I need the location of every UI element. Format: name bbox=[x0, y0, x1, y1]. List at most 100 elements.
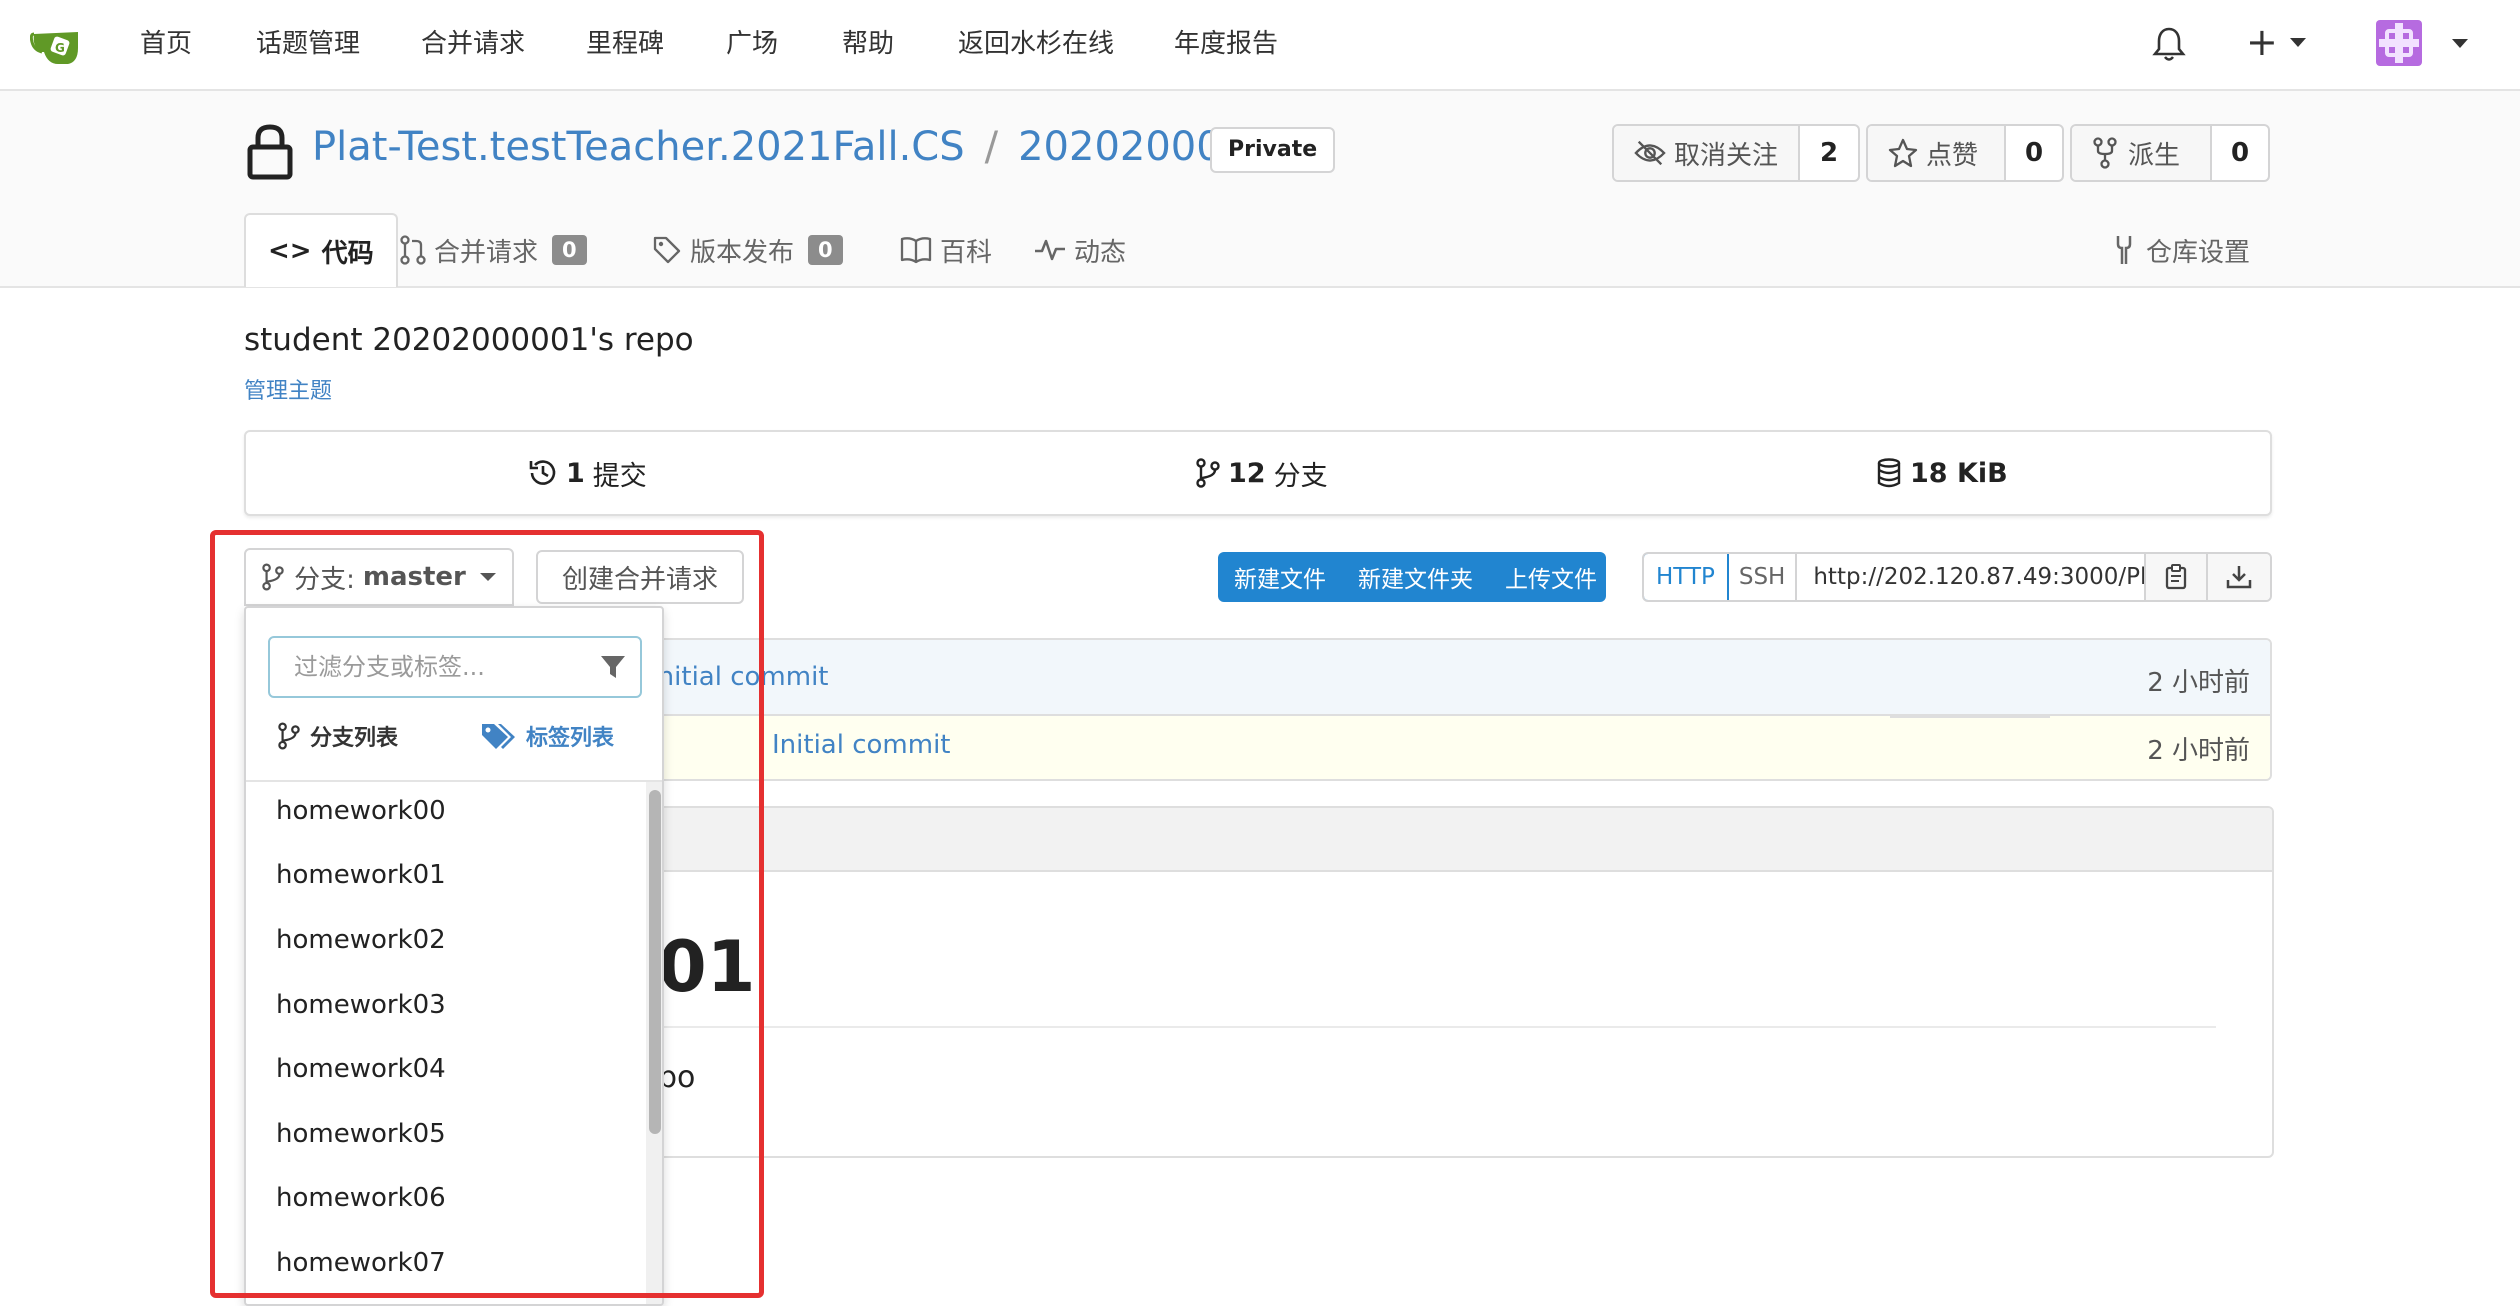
new-file-button[interactable]: 新建文件 bbox=[1218, 552, 1342, 602]
file-commit-time: 2 小时前 bbox=[2147, 736, 2250, 766]
branch-item-homework07[interactable]: homework07 bbox=[276, 1248, 446, 1278]
nav-explore[interactable]: 广场 bbox=[726, 24, 778, 64]
branches-label: 分支 bbox=[1273, 460, 1328, 492]
branch-selector-button[interactable]: 分支: master bbox=[244, 548, 514, 606]
caret-down-icon bbox=[479, 573, 496, 581]
file-commit-message[interactable]: Initial commit bbox=[772, 730, 950, 760]
unwatch-label: 取消关注 bbox=[1673, 140, 1778, 171]
branch-item-homework00[interactable]: homework00 bbox=[276, 796, 446, 826]
branch-icon bbox=[262, 563, 284, 591]
star-count[interactable]: 0 bbox=[2006, 126, 2062, 180]
http-toggle[interactable]: HTTP bbox=[1644, 554, 1729, 600]
fork-button-group: 派生 0 bbox=[2070, 124, 2270, 182]
clone-url-input[interactable]: http://202.120.87.49:3000/Plat- bbox=[1797, 554, 2146, 600]
nav-back-online[interactable]: 返回水杉在线 bbox=[958, 24, 1114, 64]
branch-icon bbox=[278, 722, 300, 750]
tab-code-label: 代码 bbox=[321, 238, 374, 269]
tags-list-tab[interactable]: 标签列表 bbox=[480, 716, 614, 756]
row-divider bbox=[1890, 716, 2050, 718]
branch-item-homework06[interactable]: homework06 bbox=[276, 1183, 446, 1213]
download-icon bbox=[2226, 566, 2252, 589]
star-button-group: 点赞 0 bbox=[1866, 124, 2064, 182]
branch-item-homework05[interactable]: homework05 bbox=[276, 1119, 446, 1149]
nav-annual-report[interactable]: 年度报告 bbox=[1174, 24, 1278, 64]
commits-stat[interactable]: 1 提交 bbox=[528, 432, 647, 514]
book-icon bbox=[900, 237, 932, 264]
nav-help[interactable]: 帮助 bbox=[842, 24, 894, 64]
branches-list-tab[interactable]: 分支列表 bbox=[278, 716, 398, 756]
branch-list-scrollbar-thumb[interactable] bbox=[649, 790, 661, 1134]
download-button[interactable] bbox=[2208, 554, 2270, 600]
filter-icon bbox=[601, 656, 625, 678]
plus-icon: + bbox=[2246, 20, 2278, 64]
pulse-icon bbox=[1035, 239, 1065, 261]
branch-item-homework03[interactable]: homework03 bbox=[276, 990, 446, 1020]
repo-owner-link[interactable]: Plat-Test.testTeacher.2021Fall.CS bbox=[312, 119, 965, 175]
repo-title-separator: / bbox=[984, 124, 999, 170]
code-icon: <> bbox=[268, 236, 312, 266]
upload-file-button[interactable]: 上传文件 bbox=[1489, 552, 1613, 602]
clipboard-icon bbox=[2165, 564, 2187, 590]
branch-item-homework04[interactable]: homework04 bbox=[276, 1054, 446, 1084]
size-stat: 18 KiB bbox=[1876, 432, 2016, 514]
tab-releases-label: 版本发布 bbox=[690, 237, 795, 268]
tab-settings-label: 仓库设置 bbox=[2146, 237, 2251, 268]
tab-releases[interactable]: 版本发布 0 bbox=[652, 213, 843, 287]
svg-text:G: G bbox=[55, 41, 65, 55]
tags-icon bbox=[482, 724, 515, 749]
chevron-down-icon bbox=[2452, 38, 2468, 48]
nav-home[interactable]: 首页 bbox=[140, 24, 192, 64]
unwatch-button[interactable]: 取消关注 bbox=[1614, 126, 1800, 180]
tab-pull-requests[interactable]: 合并请求 0 bbox=[400, 213, 587, 287]
ssh-toggle[interactable]: SSH bbox=[1729, 554, 1798, 600]
manage-topics-link[interactable]: 管理主题 bbox=[244, 373, 332, 405]
branch-prefix: 分支: bbox=[294, 564, 355, 595]
latest-commit-message[interactable]: Initial commit bbox=[650, 662, 828, 692]
releases-count-badge: 0 bbox=[808, 235, 843, 265]
user-menu[interactable] bbox=[2376, 18, 2468, 68]
commits-count: 1 bbox=[566, 457, 585, 489]
tags-tab-label: 标签列表 bbox=[526, 726, 615, 751]
branch-item-homework01[interactable]: homework01 bbox=[276, 860, 446, 890]
database-icon bbox=[1877, 458, 1901, 488]
branches-stat[interactable]: 12 分支 bbox=[1196, 432, 1328, 514]
tab-settings[interactable]: 仓库设置 bbox=[2110, 213, 2250, 287]
tools-icon bbox=[2116, 236, 2132, 264]
commits-label: 提交 bbox=[592, 460, 647, 492]
tab-wiki-label: 百科 bbox=[940, 237, 993, 268]
chevron-down-icon bbox=[2289, 37, 2306, 47]
create-pull-request-button[interactable]: 创建合并请求 bbox=[536, 550, 744, 604]
tab-wiki[interactable]: 百科 bbox=[900, 213, 992, 287]
bell-icon[interactable] bbox=[2152, 26, 2186, 66]
private-badge: Private bbox=[1210, 127, 1336, 173]
lock-icon bbox=[246, 123, 294, 185]
pull-requests-count-badge: 0 bbox=[552, 235, 587, 265]
clone-url-box: HTTP SSH http://202.120.87.49:3000/Plat- bbox=[1642, 552, 2272, 602]
star-button[interactable]: 点赞 bbox=[1868, 126, 2006, 180]
nav-topics[interactable]: 话题管理 bbox=[256, 24, 360, 64]
nav-milestones[interactable]: 里程碑 bbox=[586, 24, 664, 64]
fork-button[interactable]: 派生 bbox=[2072, 126, 2212, 180]
tab-pull-requests-label: 合并请求 bbox=[434, 237, 539, 268]
pull-request-icon bbox=[400, 235, 426, 265]
new-folder-button[interactable]: 新建文件夹 bbox=[1342, 552, 1489, 602]
tab-activity[interactable]: 动态 bbox=[1034, 213, 1126, 287]
nav-pull-requests[interactable]: 合并请求 bbox=[421, 24, 525, 64]
eye-slash-icon bbox=[1634, 140, 1666, 166]
gitea-teapot-icon[interactable]: G bbox=[29, 22, 86, 68]
star-label: 点赞 bbox=[1926, 140, 1979, 171]
watch-count[interactable]: 2 bbox=[1800, 126, 1858, 180]
branch-list: homework00 homework01 homework02 homewor… bbox=[246, 780, 662, 1304]
fork-count[interactable]: 0 bbox=[2212, 126, 2268, 180]
branch-item-homework02[interactable]: homework02 bbox=[276, 925, 446, 955]
repo-description: student 20202000001's repo bbox=[244, 322, 694, 358]
create-new-menu[interactable]: + bbox=[2246, 20, 2306, 64]
branch-icon bbox=[1196, 458, 1220, 488]
history-icon bbox=[529, 460, 556, 485]
repo-header: Plat-Test.testTeacher.2021Fall.CS / 2020… bbox=[0, 91, 2520, 288]
copy-button[interactable] bbox=[2146, 554, 2208, 600]
tab-code[interactable]: <> 代码 bbox=[244, 213, 398, 287]
branch-filter-input[interactable] bbox=[272, 640, 572, 694]
star-icon bbox=[1888, 138, 1918, 168]
branches-tab-label: 分支列表 bbox=[310, 726, 399, 751]
